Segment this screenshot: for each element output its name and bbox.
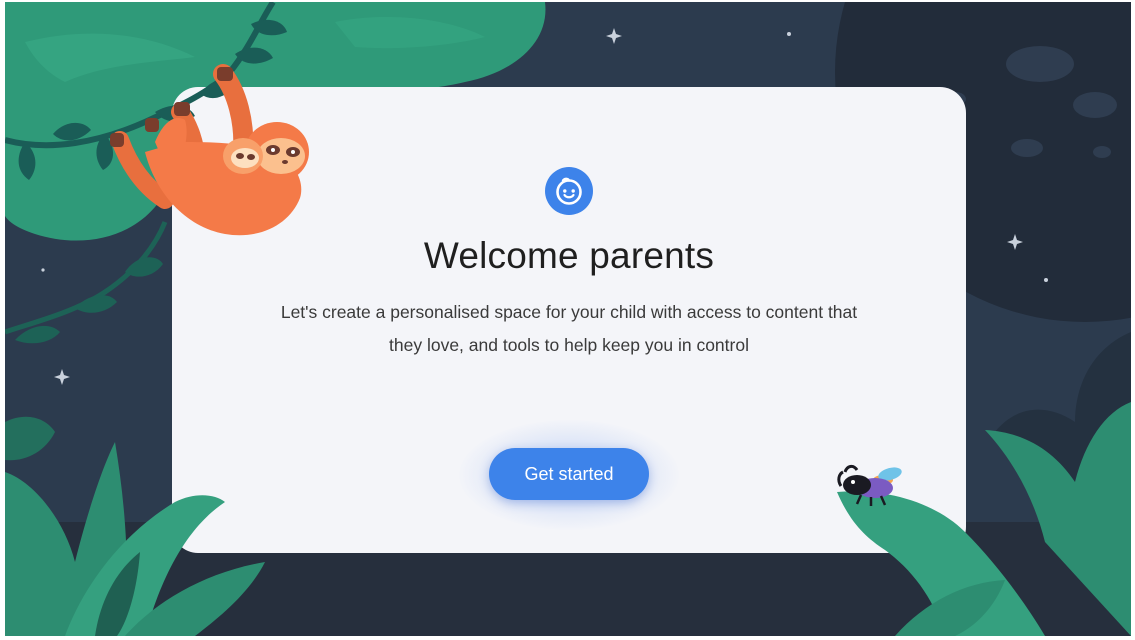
kids-space-welcome-screen: Welcome parents Let's create a personali… bbox=[5, 2, 1131, 636]
welcome-description: Let's create a personalised space for yo… bbox=[280, 302, 858, 355]
smiley-face-icon bbox=[545, 167, 593, 215]
get-started-button[interactable]: Get started bbox=[489, 448, 649, 500]
page-title: Welcome parents bbox=[423, 235, 715, 276]
